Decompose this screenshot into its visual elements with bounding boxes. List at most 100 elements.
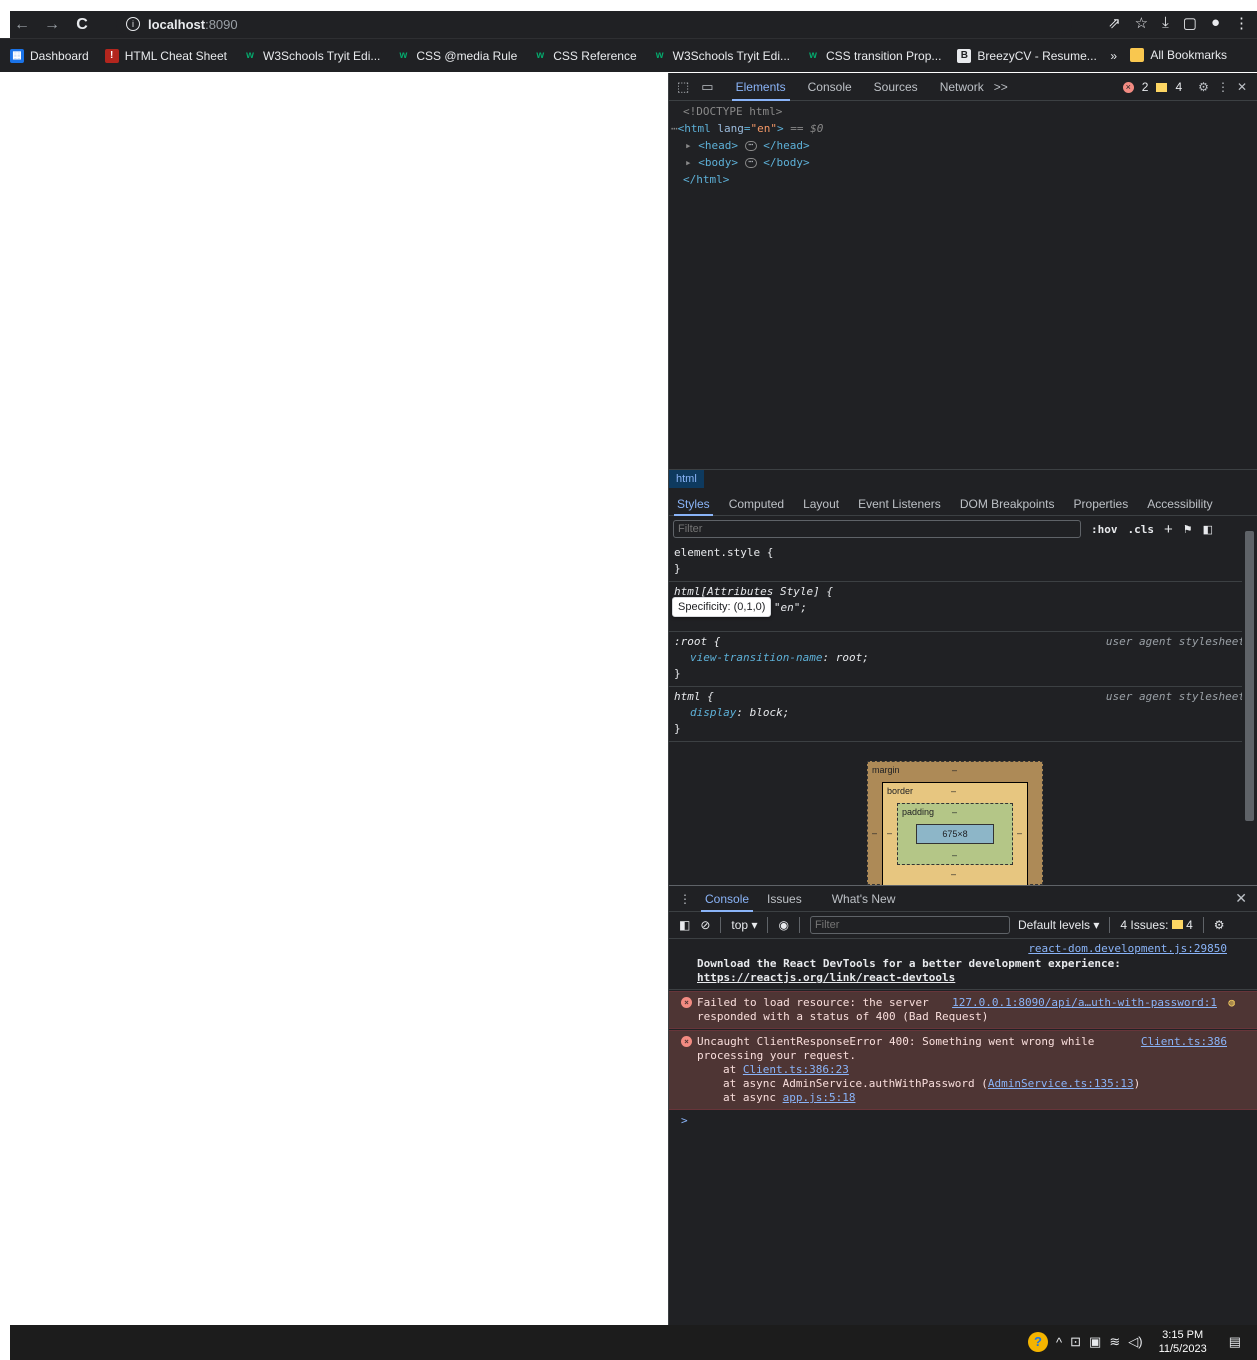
tray-app-icon[interactable]: ⊡ xyxy=(1070,1334,1081,1350)
network-request-icon[interactable]: ◍ xyxy=(1228,996,1235,1010)
tab-elements[interactable]: Elements xyxy=(731,73,790,101)
tab-layout[interactable]: Layout xyxy=(803,492,839,516)
reload-icon[interactable]: C xyxy=(70,16,94,34)
rule-element-style[interactable]: element.style { } xyxy=(669,543,1249,582)
drawer-tab-whats-new[interactable]: What's New xyxy=(832,886,896,912)
notifications-icon[interactable]: ▤ xyxy=(1229,1334,1241,1350)
tab-accessibility[interactable]: Accessibility xyxy=(1147,492,1212,516)
context-selector[interactable]: top ▾ xyxy=(731,918,757,932)
bookmark-w3schools-2[interactable]: w W3Schools Tryit Edi... xyxy=(653,49,790,63)
scrollbar-thumb[interactable] xyxy=(1245,531,1254,821)
collapsed-ellipsis-icon[interactable]: ⋯ xyxy=(744,141,757,151)
live-expression-eye-icon[interactable]: ◉ xyxy=(778,918,788,932)
wifi-icon[interactable]: ≋ xyxy=(1109,1334,1120,1350)
box-model-padding-bottom[interactable]: – xyxy=(952,850,957,860)
console-settings-gear-icon[interactable]: ⚙ xyxy=(1214,918,1225,932)
clock[interactable]: 3:15 PM 11/5/2023 xyxy=(1159,1328,1207,1356)
issues-counter[interactable]: 4 Issues: 4 xyxy=(1120,918,1192,932)
bookmark-star-icon[interactable]: ☆ xyxy=(1135,14,1148,32)
box-model-border-right[interactable]: – xyxy=(1017,828,1022,838)
dom-node-head[interactable]: ▸ <head> ⋯ </head> xyxy=(685,137,1257,154)
devtools-menu-icon[interactable]: ⋮ xyxy=(1217,80,1229,94)
console-sidebar-icon[interactable]: ◧ xyxy=(679,918,690,932)
message-source-link[interactable]: 127.0.0.1:8090/api/a…uth-with-password:1 xyxy=(952,996,1217,1010)
new-rule-button[interactable]: + xyxy=(1164,521,1173,538)
rule-html[interactable]: html { user agent stylesheet display: bl… xyxy=(669,687,1249,742)
dom-doctype[interactable]: <!DOCTYPE html> xyxy=(683,103,1257,120)
collapsed-ellipsis-icon[interactable]: ⋯ xyxy=(744,158,757,168)
box-model-border-value[interactable]: – xyxy=(951,786,956,796)
drawer-tab-issues[interactable]: Issues xyxy=(767,886,802,912)
expand-triangle-icon[interactable]: ▸ xyxy=(685,139,692,152)
tab-computed[interactable]: Computed xyxy=(729,492,784,516)
dom-node-body[interactable]: ▸ <body> ⋯ </body> xyxy=(685,154,1257,171)
tab-dom-breakpoints[interactable]: DOM Breakpoints xyxy=(960,492,1055,516)
chevron-up-icon[interactable]: ^ xyxy=(1056,1335,1062,1350)
stack-link[interactable]: app.js:5:18 xyxy=(783,1091,856,1104)
box-model-border-bottom[interactable]: – xyxy=(951,869,956,879)
bookmark-breezycv[interactable]: B BreezyCV - Resume... xyxy=(957,48,1097,63)
toggle-sidebar-icon[interactable]: ◧ xyxy=(1203,523,1213,536)
side-panel-icon[interactable]: ▢ xyxy=(1183,14,1197,32)
all-bookmarks-button[interactable]: All Bookmarks xyxy=(1130,48,1227,62)
bookmark-css-media[interactable]: w CSS @media Rule xyxy=(396,49,517,63)
download-icon[interactable]: ⤓ xyxy=(1162,14,1169,32)
back-icon[interactable]: ← xyxy=(10,16,34,34)
rule-property[interactable]: view-transition-name xyxy=(674,651,822,664)
dom-html-close[interactable]: </html> xyxy=(683,171,1257,188)
inspect-element-icon[interactable]: ⬚ xyxy=(677,79,689,95)
stack-link[interactable]: Client.ts:386:23 xyxy=(743,1063,849,1076)
help-icon[interactable]: ? xyxy=(1028,1332,1049,1352)
styles-scrollbar[interactable] xyxy=(1242,517,1256,885)
bookmark-css-reference[interactable]: w CSS Reference xyxy=(533,49,636,63)
bookmarks-overflow-button[interactable]: » xyxy=(1110,49,1117,63)
stack-link[interactable]: AdminService.ts:135:13 xyxy=(988,1077,1134,1090)
bookmark-w3schools-1[interactable]: w W3Schools Tryit Edi... xyxy=(243,49,380,63)
box-model-padding-value[interactable]: – xyxy=(952,807,957,817)
tab-sources[interactable]: Sources xyxy=(874,73,918,101)
box-model-margin-left[interactable]: – xyxy=(872,828,877,838)
rule-value[interactable]: block; xyxy=(750,706,790,719)
drawer-menu-icon[interactable]: ⋮ xyxy=(679,892,691,906)
class-toggle-button[interactable]: .cls xyxy=(1128,523,1155,536)
close-drawer-icon[interactable]: ✕ xyxy=(1235,890,1247,907)
rule-property[interactable]: display xyxy=(674,706,736,719)
share-icon[interactable]: ⇗ xyxy=(1108,14,1121,32)
tab-network[interactable]: Network xyxy=(940,73,984,101)
hover-state-button[interactable]: :hov xyxy=(1091,523,1118,536)
console-filter-input[interactable] xyxy=(809,916,1010,934)
log-levels-dropdown[interactable]: Default levels ▾ xyxy=(1018,918,1099,932)
error-count[interactable]: 2 xyxy=(1142,80,1149,94)
bookmark-css-transition[interactable]: w CSS transition Prop... xyxy=(806,49,941,63)
box-model-margin-value[interactable]: – xyxy=(952,765,957,775)
more-tabs-button[interactable]: >> xyxy=(994,73,1008,101)
tab-console[interactable]: Console xyxy=(808,73,852,101)
box-model-content[interactable]: 675×8 xyxy=(916,824,994,844)
tab-styles[interactable]: Styles xyxy=(674,492,713,516)
display-icon[interactable]: ▣ xyxy=(1089,1334,1101,1350)
box-model-border-left[interactable]: – xyxy=(887,828,892,838)
profile-icon[interactable]: ● xyxy=(1211,14,1220,32)
bookmark-html-cheat-sheet[interactable]: ! HTML Cheat Sheet xyxy=(104,48,227,63)
rule-value[interactable]: root; xyxy=(836,651,869,664)
react-devtools-link[interactable]: https://reactjs.org/link/react-devtools xyxy=(697,971,955,984)
volume-icon[interactable]: ◁) xyxy=(1128,1334,1142,1350)
tab-event-listeners[interactable]: Event Listeners xyxy=(858,492,941,516)
menu-icon[interactable]: ⋮ xyxy=(1234,14,1249,32)
address-bar[interactable]: i localhost:8090 xyxy=(116,13,1072,35)
settings-gear-icon[interactable]: ⚙ xyxy=(1198,80,1209,94)
warning-count[interactable]: 4 xyxy=(1175,80,1182,94)
expand-triangle-icon[interactable]: ▸ xyxy=(685,156,692,169)
drawer-tab-console[interactable]: Console xyxy=(700,886,754,912)
bookmark-dashboard[interactable]: ▦ Dashboard xyxy=(10,48,89,63)
console-prompt[interactable]: > xyxy=(669,1110,1257,1132)
styles-filter-input[interactable] xyxy=(673,520,1081,538)
paint-brush-icon[interactable]: ⚑ xyxy=(1183,523,1193,536)
dom-node-html[interactable]: ⋯<html lang="en"> == $0 xyxy=(671,120,1257,137)
tab-properties[interactable]: Properties xyxy=(1074,492,1129,516)
device-toolbar-icon[interactable]: ▭ xyxy=(701,79,713,95)
message-source-link[interactable]: react-dom.development.js:29850 xyxy=(1028,942,1227,956)
rule-root[interactable]: :root { user agent stylesheet view-trans… xyxy=(669,632,1249,687)
breadcrumb-html[interactable]: html xyxy=(669,470,704,488)
site-info-icon[interactable]: i xyxy=(126,17,140,31)
